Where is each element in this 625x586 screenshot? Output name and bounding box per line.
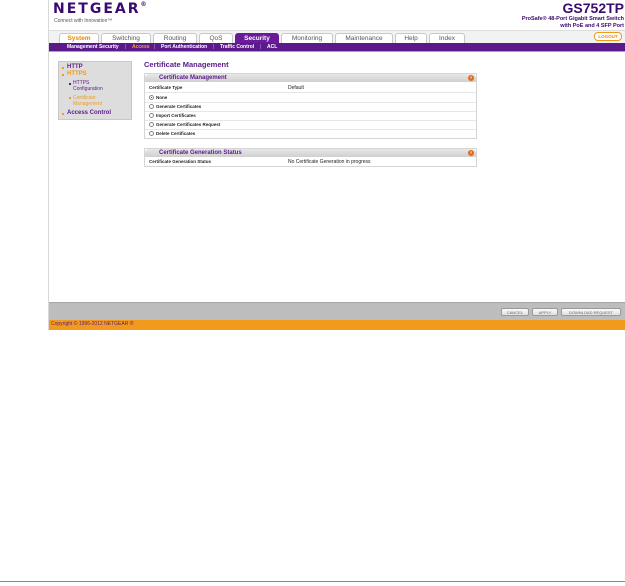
subnav-separator: | (125, 44, 127, 50)
sidebar-bullet (62, 67, 64, 69)
radio-generate-certificates[interactable] (149, 104, 154, 109)
subnav-acl[interactable]: ACL (267, 44, 277, 50)
browser-window: NETGEAR® Connect with Innovation™ GS752T… (48, 0, 625, 330)
radio-delete-certificates[interactable] (149, 131, 154, 136)
download-request-button[interactable]: DOWNLOAD REQUEST (561, 308, 621, 316)
radio-none[interactable] (149, 95, 154, 100)
subnav-management-security[interactable]: Management Security (67, 44, 119, 50)
generation-status-label: Certificate Generation Status (149, 159, 212, 164)
certificate-type-label: Certificate Type (149, 85, 183, 90)
help-icon[interactable]: ? (468, 75, 474, 81)
header: NETGEAR® Connect with Innovation™ GS752T… (49, 0, 625, 30)
radio-label-none: None (156, 95, 168, 100)
model-description: ProSafe® 48-Port Gigabit Smart Switch wi… (521, 16, 624, 29)
row-divider (145, 120, 476, 121)
sidebar-bullet (62, 113, 64, 115)
panel-title: Certificate Management (159, 75, 227, 81)
button-bar: CANCEL APPLY DOWNLOAD REQUEST (49, 302, 625, 320)
row-divider (145, 92, 476, 93)
generation-status-value: No Certificate Generation in progress (288, 159, 371, 165)
row-divider (145, 111, 476, 112)
copyright-text: Copyright © 1996-2012 NETGEAR ® (51, 321, 134, 327)
certificate-management-panel: Certificate Management ? Certificate Typ… (144, 73, 477, 139)
row-divider (145, 102, 476, 103)
panel-header: Certificate Generation Status ? (145, 149, 476, 157)
page-title: Certificate Management (144, 60, 229, 69)
cancel-button[interactable]: CANCEL (501, 308, 529, 316)
page-rule (0, 581, 625, 582)
netgear-logo: NETGEAR® (53, 1, 149, 17)
panel-header: Certificate Management ? (145, 74, 476, 82)
certificate-generation-status-panel: Certificate Generation Status ? Certific… (144, 148, 477, 167)
row-divider (145, 129, 476, 130)
sidebar-bullet (62, 74, 64, 76)
sidebar-sub-bullet (69, 97, 71, 99)
subnav-separator: | (154, 44, 156, 50)
footer: Copyright © 1996-2012 NETGEAR ® (49, 320, 625, 330)
certificate-type-value: Default (288, 85, 304, 91)
sidebar-subitem-https-configuration[interactable]: HTTPS Configuration (73, 80, 103, 92)
radio-label-generate-certificates-request: Generate Certificates Request (156, 122, 221, 127)
tagline: Connect with Innovation™ (54, 18, 113, 24)
subnav-separator: | (260, 44, 262, 50)
subnav-port-authentication[interactable]: Port Authentication (161, 44, 207, 50)
radio-generate-certificates-request[interactable] (149, 122, 154, 127)
radio-label-generate-certificates: Generate Certificates (156, 104, 202, 109)
sidebar-item-http[interactable]: HTTP (67, 64, 83, 70)
panel-title: Certificate Generation Status (159, 150, 242, 156)
sidebar-item-https[interactable]: HTTPS (67, 71, 87, 77)
model-name: GS752TP (562, 0, 624, 16)
help-icon[interactable]: ? (468, 150, 474, 156)
sidebar-subitem-certificate-management[interactable]: Certificate Management (73, 95, 102, 107)
subnav-access[interactable]: Access (132, 44, 150, 50)
main-tab-bar: System Switching Routing QoS Security Mo… (49, 30, 625, 44)
sub-navigation: Management Security | Access | Port Auth… (49, 43, 625, 52)
radio-label-delete-certificates: Delete Certificates (156, 131, 196, 136)
sidebar: HTTP HTTPS HTTPS Configuration Certifica… (58, 61, 132, 120)
subnav-traffic-control[interactable]: Traffic Control (220, 44, 254, 50)
sidebar-item-access-control[interactable]: Access Control (67, 110, 111, 116)
radio-import-certificates[interactable] (149, 113, 154, 118)
subnav-separator: | (213, 44, 215, 50)
radio-label-import-certificates: Import Certificates (156, 113, 196, 118)
sidebar-sub-bullet (69, 83, 71, 85)
logout-button[interactable]: LOGOUT (594, 32, 622, 41)
apply-button[interactable]: APPLY (532, 308, 558, 316)
